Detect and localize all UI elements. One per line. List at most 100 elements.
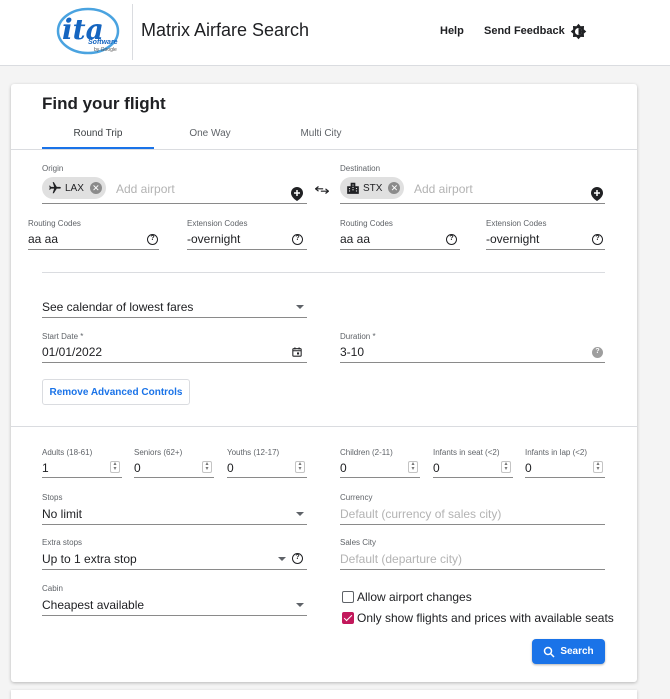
tab-multi-city[interactable]: Multi City bbox=[265, 128, 377, 139]
seniors-label: Seniors (62+) bbox=[134, 448, 183, 457]
destination-extension-input[interactable]: -overnight bbox=[486, 232, 539, 246]
help-icon[interactable]: ? bbox=[147, 234, 158, 245]
search-button-label: Search bbox=[560, 646, 594, 657]
cabin-underline bbox=[42, 615, 307, 616]
help-icon[interactable]: ? bbox=[592, 234, 603, 245]
currency-label: Currency bbox=[340, 493, 373, 502]
youths-underline bbox=[227, 477, 307, 478]
stepper-icon[interactable]: ▴ ▾ bbox=[501, 461, 511, 473]
tab-round-trip[interactable]: Round Trip bbox=[42, 128, 154, 139]
allow-airport-changes-checkbox[interactable] bbox=[342, 591, 354, 603]
form-title: Find your flight bbox=[42, 94, 166, 113]
youths-input[interactable]: 0 bbox=[227, 461, 234, 475]
origin-extension-label: Extension Codes bbox=[187, 219, 248, 228]
origin-routing-underline bbox=[28, 249, 159, 250]
destination-routing-input[interactable]: aa aa bbox=[340, 232, 370, 246]
city-icon bbox=[347, 182, 359, 194]
stepper-icon[interactable]: ▴ ▾ bbox=[295, 461, 305, 473]
remove-advanced-controls-button[interactable]: Remove Advanced Controls bbox=[42, 379, 190, 405]
help-icon[interactable]: ? bbox=[292, 553, 303, 564]
destination-routing-underline bbox=[340, 249, 460, 250]
search-icon bbox=[544, 646, 555, 658]
help-icon[interactable]: ? bbox=[292, 234, 303, 245]
sales-city-label: Sales City bbox=[340, 538, 377, 547]
origin-routing-input[interactable]: aa aa bbox=[28, 232, 58, 246]
currency-input[interactable]: Default (currency of sales city) bbox=[340, 507, 501, 521]
calendar-icon[interactable] bbox=[292, 347, 302, 357]
allow-airport-changes-label[interactable]: Allow airport changes bbox=[357, 590, 472, 604]
destination-chip-remove-icon[interactable]: ✕ bbox=[388, 182, 401, 194]
start-date-label: Start Date * bbox=[42, 332, 84, 341]
stepper-icon[interactable]: ▴ ▾ bbox=[408, 461, 418, 473]
origin-routing-label: Routing Codes bbox=[28, 219, 81, 228]
children-input[interactable]: 0 bbox=[340, 461, 347, 475]
app-title: Matrix Airfare Search bbox=[141, 20, 310, 40]
seniors-underline bbox=[134, 477, 214, 478]
infants-seat-input[interactable]: 0 bbox=[433, 461, 440, 475]
start-date-input[interactable]: 01/01/2022 bbox=[42, 345, 102, 359]
ita-software-logo[interactable]: ita Software by Google bbox=[50, 6, 130, 58]
infants-lap-input[interactable]: 0 bbox=[525, 461, 532, 475]
section-divider bbox=[42, 272, 605, 273]
send-feedback-link[interactable]: Send Feedback bbox=[484, 25, 565, 37]
only-available-seats-label[interactable]: Only show flights and prices with availa… bbox=[357, 611, 614, 625]
destination-underline bbox=[340, 203, 605, 204]
origin-chip[interactable]: LAX ✕ bbox=[42, 177, 106, 199]
cabin-select[interactable]: Cheapest available bbox=[42, 598, 144, 612]
infants-lap-underline bbox=[525, 477, 605, 478]
help-icon[interactable]: ? bbox=[446, 234, 457, 245]
stops-label: Stops bbox=[42, 493, 63, 502]
adults-underline bbox=[42, 477, 122, 478]
children-label: Children (2-11) bbox=[340, 448, 393, 457]
destination-extension-underline bbox=[486, 249, 605, 250]
origin-extension-input[interactable]: -overnight bbox=[187, 232, 240, 246]
duration-input[interactable]: 3-10 bbox=[340, 345, 364, 359]
extra-stops-label: Extra stops bbox=[42, 538, 83, 547]
origin-input[interactable]: Add airport bbox=[116, 182, 175, 196]
duration-underline bbox=[340, 362, 605, 363]
extra-stops-underline bbox=[42, 569, 307, 570]
stepper-icon[interactable]: ▴ ▾ bbox=[110, 461, 120, 473]
calendar-select[interactable]: See calendar of lowest fares bbox=[42, 300, 193, 314]
swap-icon[interactable] bbox=[315, 185, 329, 195]
sales-city-underline bbox=[340, 569, 605, 570]
infants-lap-label: Infants in lap (<2) bbox=[525, 448, 588, 457]
stepper-icon[interactable]: ▴ ▾ bbox=[202, 461, 212, 473]
start-date-underline bbox=[42, 362, 307, 363]
origin-chip-text: LAX bbox=[65, 182, 84, 194]
origin-label: Origin bbox=[42, 164, 64, 173]
stops-underline bbox=[42, 524, 307, 525]
chevron-down-icon[interactable] bbox=[296, 512, 304, 516]
destination-chip[interactable]: STX ✕ bbox=[340, 177, 405, 199]
only-available-seats-checkbox[interactable] bbox=[342, 612, 354, 624]
destination-input[interactable]: Add airport bbox=[414, 182, 473, 196]
help-icon[interactable]: ? bbox=[592, 347, 603, 358]
tabs-divider bbox=[11, 149, 637, 150]
add-location-icon[interactable] bbox=[291, 187, 303, 201]
theme-toggle-icon[interactable] bbox=[570, 23, 587, 40]
chevron-down-icon[interactable] bbox=[296, 603, 304, 607]
stops-select[interactable]: No limit bbox=[42, 507, 82, 521]
destination-routing-label: Routing Codes bbox=[340, 219, 393, 228]
add-location-icon[interactable] bbox=[591, 187, 603, 201]
destination-extension-label: Extension Codes bbox=[486, 219, 547, 228]
origin-extension-underline bbox=[187, 249, 307, 250]
stepper-icon[interactable]: ▴ ▾ bbox=[593, 461, 603, 473]
results-card bbox=[11, 690, 637, 699]
chevron-down-icon[interactable] bbox=[278, 557, 286, 561]
app-header: ita Software by Google Matrix Airfare Se… bbox=[0, 0, 670, 66]
search-button[interactable]: Search bbox=[532, 639, 605, 664]
extra-stops-select[interactable]: Up to 1 extra stop bbox=[42, 552, 137, 566]
seniors-input[interactable]: 0 bbox=[134, 461, 141, 475]
airplane-icon bbox=[49, 182, 61, 194]
children-underline bbox=[340, 477, 420, 478]
adults-input[interactable]: 1 bbox=[42, 461, 49, 475]
sales-city-input[interactable]: Default (departure city) bbox=[340, 552, 462, 566]
infants-seat-label: Infants in seat (<2) bbox=[433, 448, 500, 457]
origin-chip-remove-icon[interactable]: ✕ bbox=[89, 182, 102, 194]
search-form-card: Find your flight Round Trip One Way Mult… bbox=[11, 84, 637, 682]
chevron-down-icon[interactable] bbox=[296, 305, 304, 309]
help-link[interactable]: Help bbox=[440, 25, 464, 37]
tab-one-way[interactable]: One Way bbox=[154, 128, 266, 139]
logo-by: by Google bbox=[94, 47, 117, 53]
